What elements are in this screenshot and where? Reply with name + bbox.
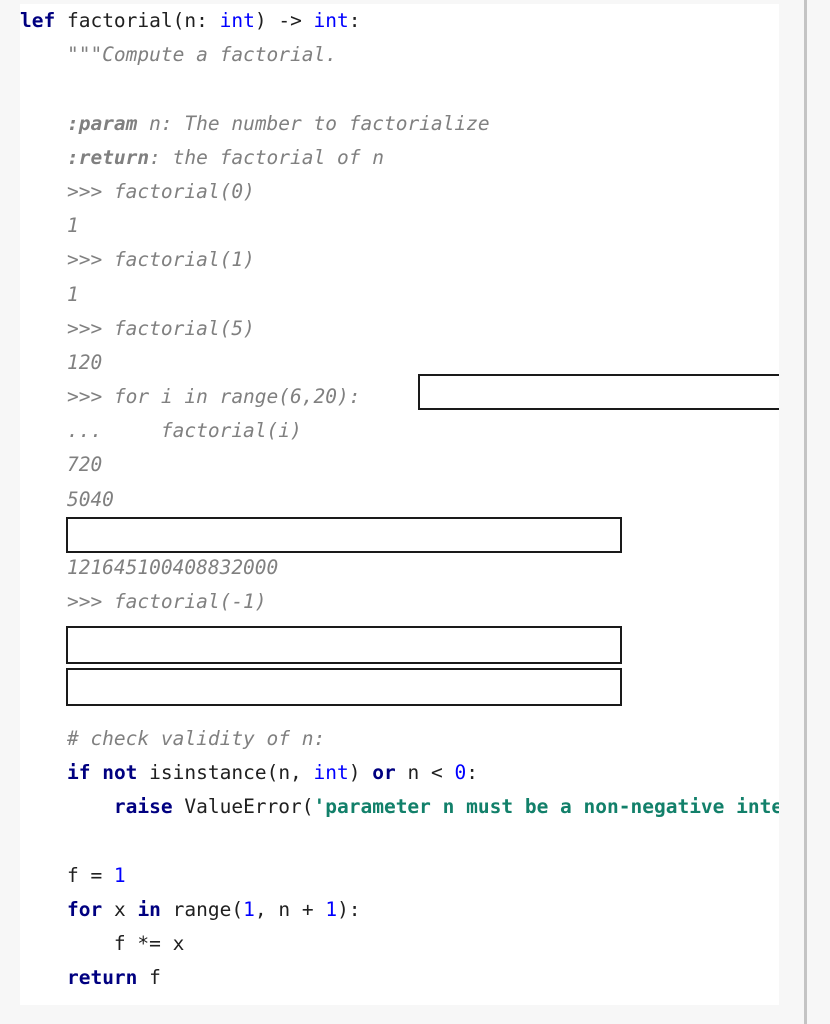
code-token: 1 (113, 863, 126, 887)
code-token: : the factorial of n (149, 145, 384, 169)
code-token: , n + (254, 897, 326, 921)
line-doctest-neg: >>> factorial(-1) (20, 585, 779, 619)
line-mul: f *= x (20, 927, 779, 961)
code-block: lef factorial(n: int) -> int: """Compute… (20, 4, 779, 1005)
code-token: f *= x (20, 932, 185, 956)
vertical-scrollbar-thumb[interactable] (804, 0, 807, 1024)
code-token: : (348, 9, 361, 32)
code-token: lef (20, 9, 56, 32)
code-token: if (66, 761, 91, 785)
code-token: ValueError( (172, 795, 314, 819)
code-token: f = (20, 863, 114, 887)
code-token: not (102, 761, 138, 785)
code-token: >>> factorial(1) (20, 248, 255, 272)
line-doc-open: """Compute a factorial. (20, 38, 779, 72)
line-out-big: 121645100408832000 (20, 551, 779, 585)
code-lines: lef factorial(n: int) -> int: """Compute… (20, 4, 779, 995)
code-token: 120 (20, 350, 103, 374)
code-token: >>> for i in range(6,20): (20, 385, 361, 409)
code-token: >>> factorial(5) (20, 316, 255, 340)
code-token: >>> factorial(0) (20, 179, 255, 203)
code-token: for (66, 897, 103, 921)
code-token: >>> factorial(-1) (20, 590, 267, 614)
code-token: 1 (20, 214, 79, 238)
answer-field-3[interactable] (66, 626, 622, 664)
code-token: n < (395, 761, 455, 785)
line-def: lef factorial(n: int) -> int: (20, 4, 779, 38)
code-token: : (466, 761, 478, 785)
line-out-720: 720 (20, 448, 779, 482)
line-doctest-0: >>> factorial(0) (20, 175, 779, 209)
code-token: f (137, 966, 161, 990)
code-token: ) (348, 761, 373, 785)
code-token: in (137, 897, 161, 921)
line-blank-1 (20, 72, 779, 106)
code-token: """Compute a factorial. (20, 43, 337, 67)
code-token: or (372, 761, 396, 785)
answer-field-1[interactable] (418, 374, 779, 410)
code-token: n: The number to factorialize (137, 111, 490, 135)
code-token: x (102, 897, 138, 921)
code-token: 5040 (20, 487, 114, 511)
line-doctest-1: >>> factorial(1) (20, 243, 779, 277)
line-return-doc: :return: the factorial of n (20, 141, 779, 175)
line-raise: raise ValueError('parameter n must be a … (20, 790, 779, 824)
code-token: # check validity of n: (20, 726, 326, 750)
line-doctest-call: ... factorial(i) (20, 414, 779, 448)
code-token: 1 (325, 897, 338, 921)
line-param: :param n: The number to factorialize (20, 107, 779, 141)
code-token: raise (113, 795, 173, 819)
line-f-init: f = 1 (20, 859, 779, 893)
code-token: ) -> (254, 9, 314, 32)
code-token: ): (337, 897, 361, 921)
line-out-5040: 5040 (20, 483, 779, 517)
code-token: isinstance(n, (137, 761, 314, 785)
code-token: 1 (20, 282, 79, 306)
code-token: factorial(n: (55, 9, 220, 32)
code-exercise-page: lef factorial(n: int) -> int: """Compute… (0, 0, 830, 1024)
line-out-1a: 1 (20, 209, 779, 243)
line-return: return f (20, 961, 779, 995)
code-token: 121645100408832000 (20, 556, 279, 579)
code-token: range( (160, 897, 244, 921)
code-token: :return (66, 145, 150, 169)
code-token: return (66, 966, 138, 990)
code-token: int (219, 9, 255, 32)
answer-field-4[interactable] (66, 668, 622, 706)
code-token: 720 (20, 453, 103, 477)
page-gutter-left (0, 0, 20, 1024)
line-doctest-5: >>> factorial(5) (20, 312, 779, 346)
line-comment: # check validity of n: (20, 722, 779, 756)
answer-field-2[interactable] (66, 517, 622, 553)
line-out-1b: 1 (20, 278, 779, 312)
line-for: for x in range(1, n + 1): (20, 893, 779, 927)
code-token: int (313, 9, 349, 32)
line-blank-2 (20, 825, 779, 859)
line-if: if not isinstance(n, int) or n < 0: (20, 756, 779, 790)
code-token: 1 (243, 897, 255, 921)
code-token: 0 (454, 761, 467, 785)
code-token: ... factorial(i) (20, 419, 302, 443)
code-token: :param (66, 111, 138, 135)
code-token: int (313, 761, 349, 785)
code-token: 'parameter n must be a non-negative inte… (313, 795, 779, 819)
